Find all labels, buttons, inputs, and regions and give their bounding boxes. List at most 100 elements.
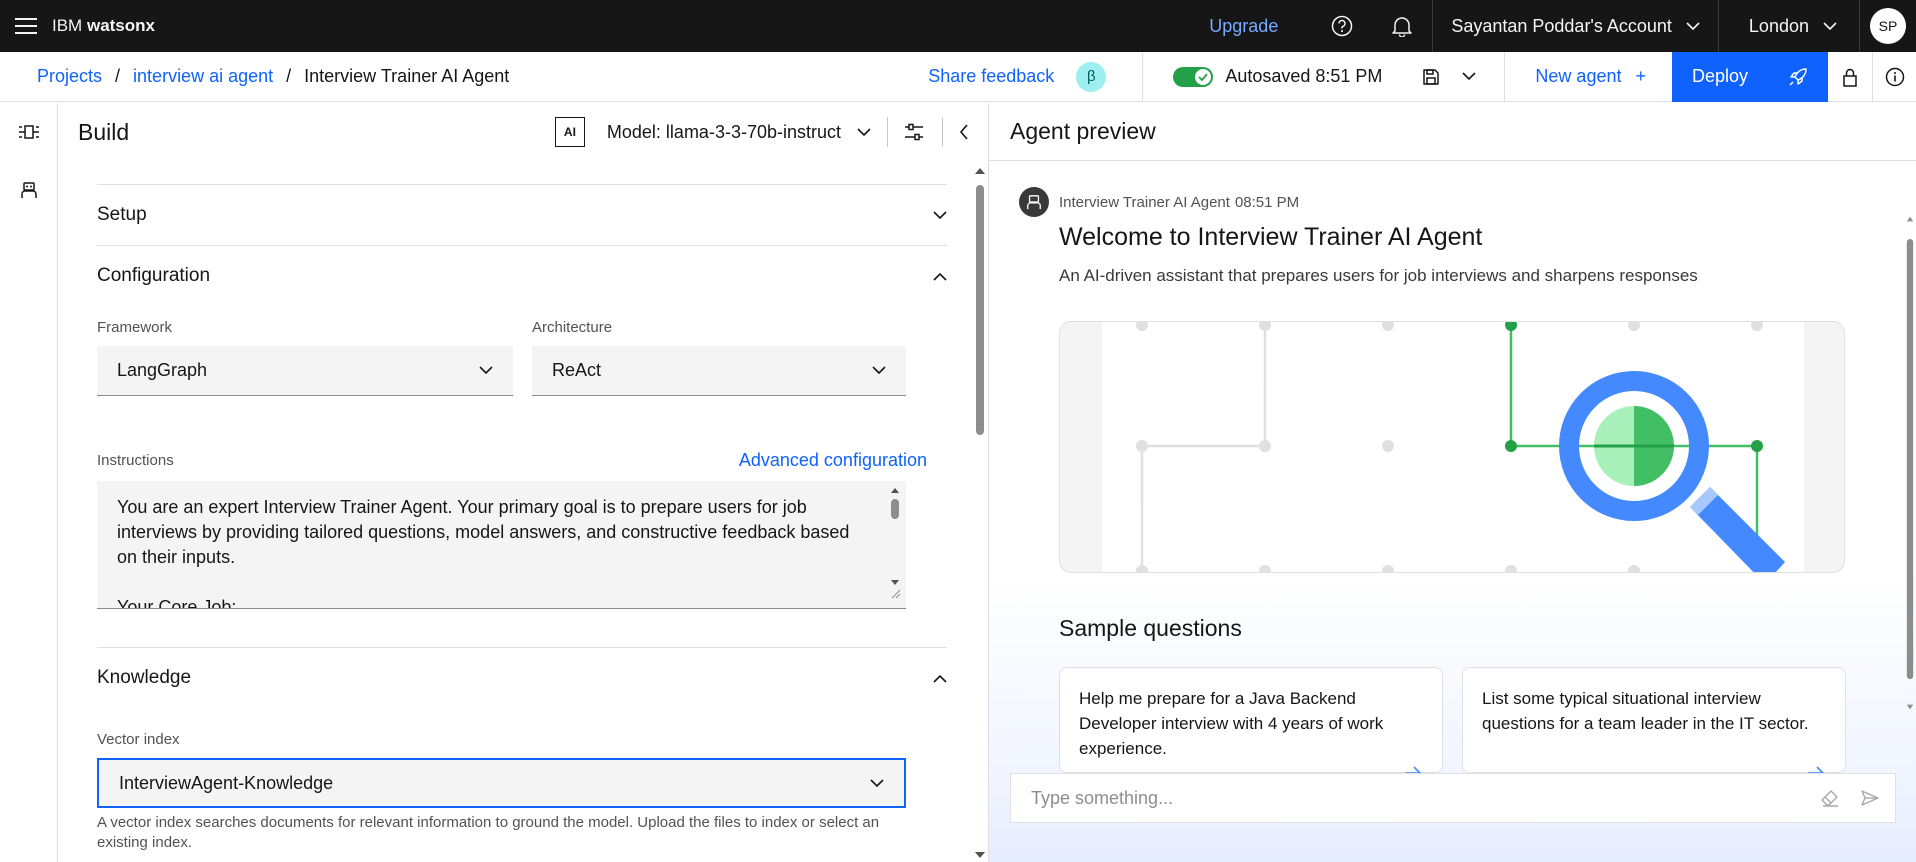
new-agent-label: New agent — [1535, 66, 1622, 86]
breadcrumb-projects[interactable]: Projects — [37, 66, 102, 87]
message-time: 08:51 PM — [1234, 193, 1300, 211]
chevron-down-icon — [1686, 21, 1700, 30]
send-icon[interactable] — [1861, 789, 1879, 807]
chevron-down-icon — [933, 210, 947, 219]
region-label: London — [1748, 15, 1809, 36]
message-sender: Interview Trainer AI Agent — [1059, 193, 1230, 211]
instructions-line: interviews by providing tailored questio… — [117, 522, 850, 542]
instructions-line — [117, 570, 866, 595]
breadcrumb-bar: Projects / interview ai agent / Intervie… — [0, 51, 1916, 102]
setup-title: Setup — [97, 204, 147, 225]
agent-icon[interactable] — [0, 161, 58, 219]
configuration-accordion[interactable]: Configuration — [97, 246, 947, 306]
brand-logo[interactable]: IBM watsonx — [52, 16, 155, 36]
autosave-status: Autosaved 8:51 PM — [1143, 66, 1410, 87]
divider — [942, 117, 943, 147]
save-icon[interactable] — [1422, 68, 1440, 86]
checkmark-icon — [1198, 72, 1209, 81]
chevron-up-icon — [933, 272, 947, 281]
setup-accordion[interactable]: Setup — [97, 185, 947, 245]
left-rail — [0, 103, 58, 862]
upgrade-link[interactable]: Upgrade — [1189, 16, 1312, 37]
architecture-select[interactable]: ReAct — [532, 346, 906, 396]
agent-avatar — [1019, 187, 1049, 217]
menu-icon[interactable] — [0, 0, 52, 52]
chevron-up-icon — [933, 674, 947, 683]
chat-input[interactable]: Type something... — [1010, 773, 1896, 823]
framework-select[interactable]: LangGraph — [97, 346, 513, 396]
share-feedback-link[interactable]: Share feedback — [928, 66, 1054, 87]
build-title: Build — [78, 118, 130, 145]
settings-sliders-icon[interactable] — [904, 123, 924, 141]
info-icon[interactable] — [1872, 51, 1916, 102]
top-header: IBM watsonx Upgrade Sayantan Poddar's Ac… — [0, 0, 1916, 52]
agent-preview-title: Agent preview — [989, 103, 1916, 161]
framework-label: Framework — [97, 319, 173, 336]
flow-icon[interactable] — [0, 103, 58, 161]
divider — [887, 117, 888, 147]
account-switcher[interactable]: Sayantan Poddar's Account — [1433, 16, 1718, 37]
vector-index-select[interactable]: InterviewAgent-Knowledge — [97, 758, 906, 808]
chevron-down-icon[interactable] — [857, 127, 871, 137]
collapse-icon[interactable] — [959, 124, 969, 140]
architecture-label: Architecture — [532, 319, 613, 336]
instructions-textarea[interactable]: You are an expert Interview Trainer Agen… — [97, 481, 906, 609]
sample-questions-title: Sample questions — [1059, 615, 1242, 641]
preview-scrollbar[interactable] — [1906, 163, 1914, 763]
account-label: Sayantan Poddar's Account — [1451, 15, 1672, 36]
avatar[interactable]: SP — [1870, 8, 1906, 44]
chevron-down-icon[interactable] — [1462, 72, 1476, 81]
welcome-illustration — [1059, 321, 1845, 573]
ai-badge: AI — [554, 117, 585, 147]
chevron-down-icon — [1823, 21, 1837, 30]
model-selector[interactable]: Model: llama-3-3-70b-instruct — [607, 122, 841, 143]
sample-question-text: List some typical situational interview … — [1482, 689, 1809, 733]
chevron-down-icon — [479, 366, 493, 375]
help-icon[interactable] — [1312, 0, 1372, 52]
brand-prefix: IBM — [52, 16, 83, 35]
chevron-down-icon — [870, 778, 884, 787]
architecture-value: ReAct — [552, 360, 602, 380]
message-meta: Interview Trainer AI Agent 08:51 PM — [1019, 187, 1299, 217]
build-panel: Build AI Model: llama-3-3-70b-instruct S… — [59, 103, 987, 862]
brand-name: watsonx — [86, 16, 155, 35]
advanced-configuration-link[interactable]: Advanced configuration — [739, 450, 927, 471]
knowledge-title: Knowledge — [97, 667, 192, 688]
notification-icon[interactable] — [1372, 0, 1432, 52]
chat-input-placeholder: Type something... — [1031, 787, 1174, 808]
welcome-title: Welcome to Interview Trainer AI Agent — [1059, 223, 1483, 251]
deploy-label: Deploy — [1692, 66, 1749, 86]
new-agent-button[interactable]: New agent + — [1505, 66, 1672, 87]
autosave-label: Autosaved 8:51 PM — [1225, 66, 1383, 86]
plus-icon: + — [1635, 66, 1646, 86]
vector-index-value: InterviewAgent-Knowledge — [119, 772, 334, 793]
framework-value: LangGraph — [117, 360, 208, 380]
autosave-toggle[interactable] — [1173, 66, 1214, 87]
welcome-subtitle: An AI-driven assistant that prepares use… — [1059, 266, 1698, 285]
build-scroll-area: Setup Configuration Framework LangGraph … — [97, 183, 947, 862]
sample-question-card[interactable]: List some typical situational interview … — [1462, 667, 1846, 780]
eraser-icon[interactable] — [1821, 789, 1839, 807]
chevron-down-icon — [872, 366, 886, 375]
region-switcher[interactable]: London — [1719, 16, 1859, 37]
vector-index-label: Vector index — [97, 731, 180, 748]
deploy-button[interactable]: Deploy — [1672, 51, 1828, 102]
breadcrumb-project[interactable]: interview ai agent — [133, 66, 273, 87]
lock-icon[interactable] — [1828, 52, 1872, 102]
rocket-icon — [1789, 67, 1807, 86]
agent-icon — [1027, 195, 1041, 210]
breadcrumb-separator: / — [115, 66, 121, 86]
build-scrollbar[interactable] — [974, 165, 986, 862]
instructions-line: on their inputs. — [117, 547, 236, 567]
instructions-line: You are an expert Interview Trainer Agen… — [117, 497, 807, 517]
sample-question-card[interactable]: Help me prepare for a Java Backend Devel… — [1059, 667, 1443, 780]
knowledge-accordion[interactable]: Knowledge — [97, 648, 947, 708]
breadcrumb-current: Interview Trainer AI Agent — [304, 66, 510, 86]
breadcrumb: Projects / interview ai agent / Intervie… — [0, 66, 509, 87]
textarea-scrollbar[interactable] — [889, 486, 901, 601]
beta-badge: β — [1076, 61, 1107, 92]
configuration-section: Configuration Framework LangGraph Archit… — [97, 245, 947, 647]
agent-preview-panel: Agent preview Interview Trainer AI Agent… — [988, 103, 1916, 862]
instructions-line: Your Core Job: — [117, 597, 237, 609]
instructions-label: Instructions — [97, 452, 174, 469]
